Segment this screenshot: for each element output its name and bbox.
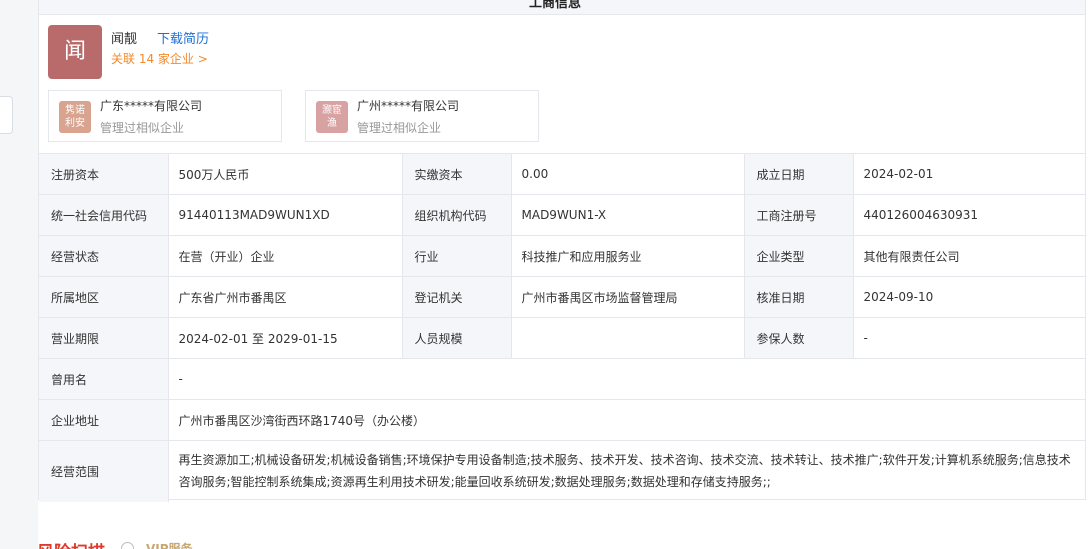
org-code-value: MAD9WUN1-X: [511, 194, 745, 236]
vip-service-label[interactable]: VIP服务: [146, 540, 193, 549]
reg-no-label: 工商注册号: [744, 194, 854, 236]
related-company-card[interactable]: 灏宦 渔 广州*****有限公司 管理过相似企业: [305, 90, 539, 142]
authority-label: 登记机关: [402, 276, 512, 318]
table-row: 注册资本 500万人民币 实缴资本 0.00 成立日期 2024-02-01: [39, 153, 1086, 195]
reg-capital-value: 500万人民币: [168, 153, 403, 195]
company-logo-line: 灏宦 渔: [322, 105, 342, 129]
scope-label: 经营范围: [39, 440, 169, 502]
former-name-value: -: [168, 358, 1086, 400]
established-label: 成立日期: [744, 153, 854, 195]
panel-header: 工商信息: [39, 0, 1085, 15]
risk-scan-title: 风险扫描: [37, 538, 105, 549]
side-collapse-tab[interactable]: [0, 96, 13, 134]
region-label: 所属地区: [39, 276, 169, 318]
term-value: 2024-02-01 至 2029-01-15: [168, 317, 403, 359]
approval-label: 核准日期: [744, 276, 854, 318]
status-value: 在营（开业）企业: [168, 235, 403, 277]
established-value: 2024-02-01: [853, 153, 1086, 195]
avatar[interactable]: 闻: [48, 25, 102, 79]
address-label: 企业地址: [39, 399, 169, 441]
reg-capital-label: 注册资本: [39, 153, 169, 195]
type-label: 企业类型: [744, 235, 854, 277]
left-rail: [0, 0, 38, 549]
download-resume-link[interactable]: 下载简历: [157, 28, 209, 47]
staff-value: [511, 317, 745, 359]
staff-label: 人员规模: [402, 317, 512, 359]
related-companies-link[interactable]: 关联 14 家企业 >: [111, 50, 208, 67]
table-row: 经营状态 在营（开业）企业 行业 科技推广和应用服务业 企业类型 其他有限责任公…: [39, 235, 1086, 277]
business-info-panel: 工商信息 闻 闻靓 下载简历 关联 14 家企业 > 隽诺 利安 广东*****…: [38, 0, 1086, 502]
table-row: 统一社会信用代码 91440113MAD9WUN1XD 组织机构代码 MAD9W…: [39, 194, 1086, 236]
company-name[interactable]: 广东*****有限公司: [100, 97, 202, 114]
panel-title: 工商信息: [529, 0, 582, 11]
person-name[interactable]: 闻靓: [111, 28, 137, 47]
org-code-label: 组织机构代码: [402, 194, 512, 236]
info-icon[interactable]: [121, 542, 134, 549]
status-label: 经营状态: [39, 235, 169, 277]
company-relation: 管理过相似企业: [100, 121, 185, 135]
region-value: 广东省广州市番禺区: [168, 276, 403, 318]
company-logo-line: 隽诺 利安: [65, 105, 85, 129]
company-logo: 灏宦 渔: [316, 101, 348, 133]
address-value: 广州市番禺区沙湾街西环路1740号（办公楼）: [168, 399, 1086, 441]
insured-value: -: [853, 317, 1086, 359]
company-logo: 隽诺 利安: [59, 101, 91, 133]
credit-code-value: 91440113MAD9WUN1XD: [168, 194, 403, 236]
authority-value: 广州市番禺区市场监督管理局: [511, 276, 745, 318]
business-info-table: 注册资本 500万人民币 实缴资本 0.00 成立日期 2024-02-01 统…: [39, 153, 1086, 502]
scope-value: 再生资源加工;机械设备研发;机械设备销售;环境保护专用设备制造;技术服务、技术开…: [168, 440, 1086, 502]
table-row: 经营范围 再生资源加工;机械设备研发;机械设备销售;环境保护专用设备制造;技术服…: [39, 440, 1086, 502]
table-row: 所属地区 广东省广州市番禺区 登记机关 广州市番禺区市场监督管理局 核准日期 2…: [39, 276, 1086, 318]
company-relation: 管理过相似企业: [357, 121, 442, 135]
credit-code-label: 统一社会信用代码: [39, 194, 169, 236]
term-label: 营业期限: [39, 317, 169, 359]
approval-value: 2024-09-10: [853, 276, 1086, 318]
paid-capital-label: 实缴资本: [402, 153, 512, 195]
type-value: 其他有限责任公司: [853, 235, 1086, 277]
table-row: 企业地址 广州市番禺区沙湾街西环路1740号（办公楼）: [39, 399, 1086, 441]
related-company-card[interactable]: 隽诺 利安 广东*****有限公司 管理过相似企业: [48, 90, 282, 142]
industry-label: 行业: [402, 235, 512, 277]
company-name[interactable]: 广州*****有限公司: [357, 97, 459, 114]
former-name-label: 曾用名: [39, 358, 169, 400]
table-row: 营业期限 2024-02-01 至 2029-01-15 人员规模 参保人数 -: [39, 317, 1086, 359]
insured-label: 参保人数: [744, 317, 854, 359]
paid-capital-value: 0.00: [511, 153, 745, 195]
table-row: 曾用名 -: [39, 358, 1086, 400]
reg-no-value: 440126004630931: [853, 194, 1086, 236]
industry-value: 科技推广和应用服务业: [511, 235, 745, 277]
